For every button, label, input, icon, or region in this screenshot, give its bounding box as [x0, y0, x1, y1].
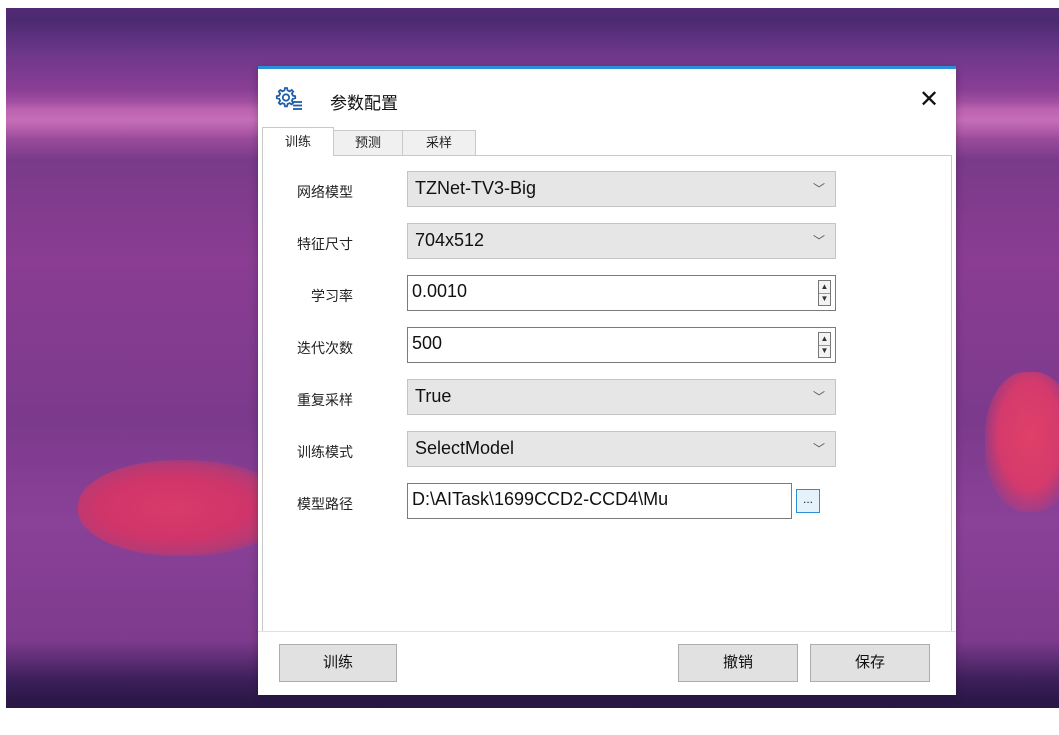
learning-rate-stepper[interactable]: ▲ ▼ [818, 280, 831, 306]
background-hotspot-left [78, 460, 288, 556]
image-border-left [0, 0, 6, 735]
resample-select[interactable]: True ﹀ [407, 379, 836, 415]
network-model-select[interactable]: TZNet-TV3-Big ﹀ [407, 171, 836, 207]
train-mode-select[interactable]: SelectModel ﹀ [407, 431, 836, 467]
learning-rate-value: 0.0010 [412, 281, 468, 301]
dialog-title: 参数配置 [330, 94, 398, 113]
iterations-value: 500 [412, 333, 443, 353]
background-hotspot-right [985, 372, 1059, 512]
dialog-titlebar[interactable]: 参数配置 ✕ [258, 69, 956, 127]
chevron-down-icon: ﹀ [812, 234, 825, 248]
train-mode-value: SelectModel [415, 438, 515, 458]
cancel-button[interactable]: 撤销 [678, 644, 798, 682]
close-icon[interactable]: ✕ [914, 85, 944, 115]
chevron-down-icon: ﹀ [812, 182, 825, 196]
browse-button[interactable]: ... [796, 489, 820, 513]
resample-value: True [415, 386, 452, 406]
model-path-input[interactable]: D:\AITask\1699CCD2-CCD4\Mu [407, 483, 792, 519]
feature-size-label: 特征尺寸 [297, 236, 353, 252]
save-button[interactable]: 保存 [810, 644, 930, 682]
train-mode-label: 训练模式 [297, 444, 353, 460]
model-path-value: D:\AITask\1699CCD2-CCD4\Mu [412, 489, 669, 509]
spin-down-icon[interactable]: ▼ [819, 345, 830, 357]
footer-divider [258, 631, 956, 632]
spin-down-icon[interactable]: ▼ [819, 293, 830, 305]
image-border-top [0, 0, 1059, 8]
model-path-label: 模型路径 [297, 496, 353, 512]
iterations-stepper[interactable]: ▲ ▼ [818, 332, 831, 358]
chevron-down-icon: ﹀ [812, 390, 825, 404]
settings-gear-icon [274, 85, 304, 111]
parameter-config-dialog: 参数配置 ✕ 训练 预测 采样 网络模型 TZNet-TV3-Big ﹀ 特征尺… [258, 66, 956, 695]
train-button[interactable]: 训练 [279, 644, 397, 682]
resample-label: 重复采样 [297, 392, 353, 408]
tab-bar: 训练 预测 采样 [262, 127, 952, 156]
network-model-value: TZNet-TV3-Big [415, 178, 537, 198]
tab-train[interactable]: 训练 [262, 127, 334, 156]
feature-size-select[interactable]: 704x512 ﹀ [407, 223, 836, 259]
image-border-bottom [0, 708, 1059, 735]
feature-size-value: 704x512 [415, 230, 485, 250]
learning-rate-label: 学习率 [311, 288, 353, 304]
chevron-down-icon: ﹀ [812, 442, 825, 456]
learning-rate-spinbox[interactable]: 0.0010 ▲ ▼ [407, 275, 836, 311]
iterations-label: 迭代次数 [297, 340, 353, 356]
train-tab-panel: 网络模型 TZNet-TV3-Big ﹀ 特征尺寸 704x512 ﹀ 学习率 … [262, 155, 952, 632]
tab-sampling[interactable]: 采样 [402, 130, 476, 155]
tab-predict[interactable]: 预测 [332, 130, 404, 155]
iterations-spinbox[interactable]: 500 ▲ ▼ [407, 327, 836, 363]
network-model-label: 网络模型 [297, 184, 353, 200]
